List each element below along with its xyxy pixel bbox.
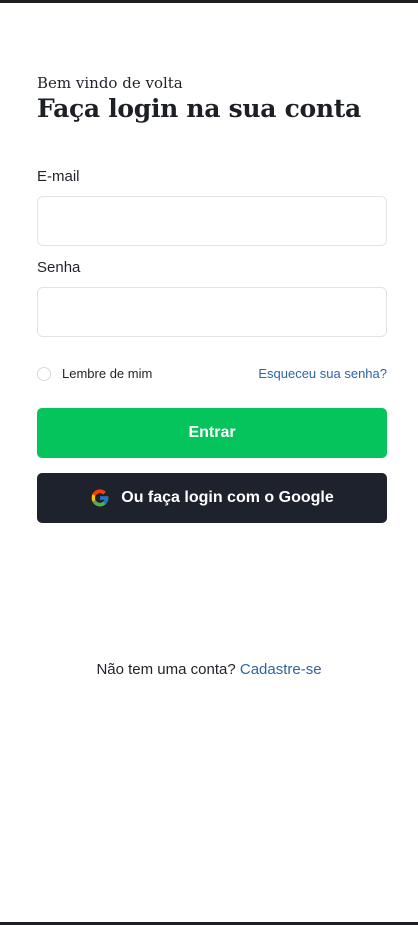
- email-label: E-mail: [37, 168, 80, 185]
- page-title: Faça login na sua conta: [37, 94, 361, 123]
- signup-link[interactable]: Cadastre-se: [240, 661, 322, 678]
- login-button[interactable]: Entrar: [37, 408, 387, 458]
- top-border: [0, 0, 418, 3]
- login-button-label: Entrar: [188, 424, 236, 441]
- password-label: Senha: [37, 259, 81, 276]
- remember-me-option[interactable]: Lembre de mim: [37, 366, 152, 381]
- password-field[interactable]: [37, 287, 387, 337]
- google-login-button[interactable]: Ou faça login com o Google: [37, 473, 387, 523]
- forgot-password-link[interactable]: Esqueceu sua senha?: [258, 366, 387, 381]
- google-icon: [90, 488, 110, 508]
- signup-prompt-text: Não tem uma conta?: [96, 661, 236, 678]
- google-login-label: Ou faça login com o Google: [121, 489, 334, 506]
- email-field[interactable]: [37, 196, 387, 246]
- signup-prompt: Não tem uma conta? Cadastre-se: [0, 661, 418, 678]
- remember-me-label: Lembre de mim: [62, 366, 153, 381]
- remember-me-radio[interactable]: [37, 366, 51, 381]
- welcome-text: Bem vindo de volta: [37, 74, 183, 92]
